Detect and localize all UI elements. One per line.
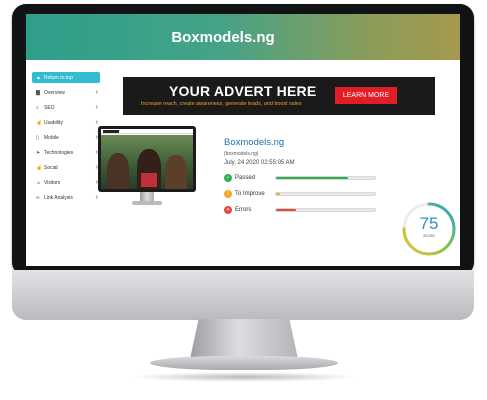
sidebar-item-label: Link Analysis [44,194,73,201]
monitor-chin [12,270,474,320]
metric-label: Passed [235,175,256,181]
chevron-right-icon: › [95,104,98,111]
monitor-screen: Boxmodels.ng ▲ Return to top ▇ Overview › ⌕… [26,14,460,266]
stand-shadow [130,372,358,382]
metric-to-improve: ! To Improve [224,186,384,202]
page-body: ▲ Return to top ▇ Overview › ⌕ SEO › ☝ Usabilit… [26,60,460,266]
metric-progress-bar [275,208,376,212]
site-thumbnail [98,126,196,192]
report-summary: Boxmodels.ng (boxmodels.ng) July, 24 202… [224,137,384,218]
sidebar-item-seo[interactable]: ⌕ SEO › [32,100,100,115]
thumbnail-photo [101,135,193,189]
metric-label: To Improve [235,191,265,197]
chevron-right-icon: › [95,194,98,201]
thumbs-up-icon: ☝ [36,164,43,171]
thumbnail-stand-base [132,201,162,205]
chevron-right-icon: › [95,119,98,126]
metric-progress-fill [276,209,296,211]
sidebar-item-label: Visitors [44,179,61,186]
thumbnail-logo [103,129,119,133]
monitor-stand-neck [190,319,298,359]
mobile-icon: ▯ [36,134,39,141]
thumbnail-nav-bar [101,129,193,134]
sidebar-item-label: Mobile [44,134,59,141]
advert-title: YOUR ADVERT HERE [169,83,317,99]
monitor-stand-base [150,356,338,370]
sidebar-item-label: Social [44,164,58,171]
thumbs-up-icon: ☝ [36,119,43,126]
metric-progress-fill [276,177,349,179]
sidebar-item-mobile[interactable]: ▯ Mobile › [32,130,100,145]
chevron-right-icon: › [95,89,98,96]
alert-icon: ! [224,190,232,198]
sidebar-nav: ▲ Return to top ▇ Overview › ⌕ SEO › ☝ Usabilit… [32,72,100,205]
sidebar-item-label: Overview [44,89,65,96]
report-domain: (boxmodels.ng) [224,151,259,157]
return-to-top-button[interactable]: ▲ Return to top [32,72,100,83]
sidebar-item-usability[interactable]: ☝ Usability › [32,115,100,130]
check-icon: ✓ [224,174,232,182]
sidebar-item-overview[interactable]: ▇ Overview › [32,85,100,100]
thumbnail-shirt [141,173,157,187]
sidebar-item-visitors[interactable]: ☺ Visitors › [32,175,100,190]
thumbnail-person [165,155,187,189]
metric-progress-fill [276,193,280,195]
advert-subtitle: Increase reach, create awareness, genera… [141,101,302,107]
sidebar-item-link-analysis[interactable]: ∞ Link Analysis › [32,190,100,205]
sidebar-item-label: SEO [44,104,55,111]
imac-mockup: Boxmodels.ng ▲ Return to top ▇ Overview › ⌕… [0,0,487,400]
metric-label: Errors [235,207,252,213]
rocket-icon: ➤ [36,149,41,156]
report-date: July, 24 2020 02:55:05 AM [224,160,295,166]
metric-progress-bar [275,176,376,180]
metric-passed: ✓ Passed [224,170,384,186]
link-icon: ∞ [36,194,40,201]
error-icon: ✕ [224,206,232,214]
sidebar-item-label: Usability [44,119,63,126]
sidebar-item-label: Technologies [44,149,74,156]
report-title: Boxmodels.ng [224,137,285,148]
site-header: Boxmodels.ng [26,14,460,60]
bar-chart-icon: ▇ [36,89,40,96]
sidebar-item-technologies[interactable]: ➤ Technologies › [32,145,100,160]
site-title: Boxmodels.ng [171,28,275,46]
score-value: 75 [419,214,439,233]
score-label: Score [423,233,435,238]
metrics-list: ✓ Passed! To Improve ✕ Errors [224,170,384,218]
sidebar-list: ▇ Overview › ⌕ SEO › ☝ Usability › ▯ Mobile › ➤ Techn… [32,85,100,205]
metric-progress-bar [275,192,376,196]
arrow-up-icon: ▲ [36,74,41,81]
learn-more-button[interactable]: LEARN MORE [335,87,397,104]
thumbnail-person [107,153,129,189]
return-to-top-label: Return to top [43,74,73,81]
advert-banner[interactable]: YOUR ADVERT HERE Increase reach, create … [123,77,435,115]
sidebar-item-social[interactable]: ☝ Social › [32,160,100,175]
metric-errors: ✕ Errors [224,202,384,218]
score-gauge: 75 Score [400,200,458,258]
users-icon: ☺ [36,179,42,186]
search-icon: ⌕ [36,104,39,111]
thumbnail-screen [101,129,193,189]
